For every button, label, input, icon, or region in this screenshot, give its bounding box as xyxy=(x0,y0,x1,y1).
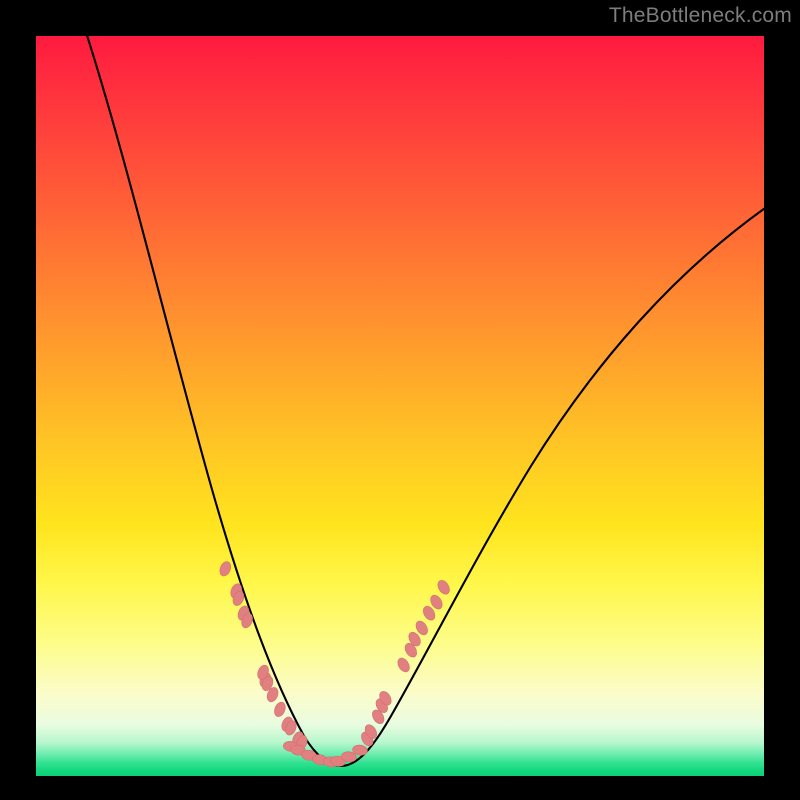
chart-svg xyxy=(36,36,764,776)
data-marker xyxy=(218,560,233,578)
data-marker xyxy=(272,701,287,719)
data-marker xyxy=(395,656,411,674)
outer-frame: TheBottleneck.com xyxy=(0,0,800,800)
marker-group xyxy=(218,560,452,768)
bottleneck-curve xyxy=(84,36,764,766)
plot-area xyxy=(36,36,764,776)
data-marker xyxy=(435,578,451,596)
watermark-text: TheBottleneck.com xyxy=(609,4,792,28)
